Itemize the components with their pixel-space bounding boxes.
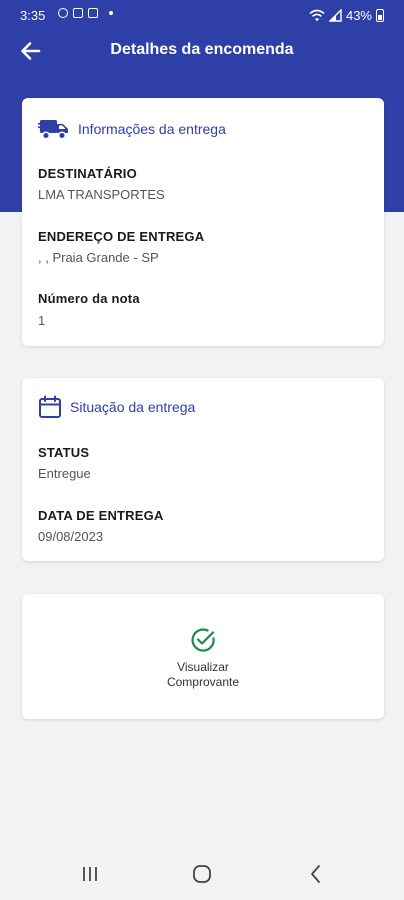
notification-dot-icon — [109, 11, 113, 15]
delivery-info-header: Informações da entrega — [38, 116, 226, 142]
battery-percent: 43% — [345, 8, 372, 23]
view-proof-line1: Visualizar — [177, 660, 229, 674]
recipient-value: LMA TRANSPORTES — [38, 187, 165, 202]
delivery-status-card: Situação da entrega STATUS Entregue DATA… — [22, 378, 384, 561]
proof-card[interactable]: Visualizar Comprovante — [22, 594, 384, 719]
status-time: 3:35 — [20, 8, 46, 23]
home-icon[interactable] — [190, 862, 214, 886]
calendar-icon — [39, 395, 61, 418]
wifi-icon — [309, 9, 325, 22]
status-value: Entregue — [38, 466, 91, 481]
delivery-info-title: Informações da entrega — [78, 121, 226, 137]
app-icon — [88, 8, 98, 18]
battery-icon — [376, 9, 384, 22]
back-icon[interactable] — [304, 862, 328, 886]
check-circle-icon — [191, 628, 215, 652]
invoice-label: Número da nota — [38, 291, 140, 306]
delivery-date-label: DATA DE ENTREGA — [38, 508, 164, 523]
truck-icon — [38, 120, 68, 140]
image-icon — [73, 8, 83, 18]
delivery-status-title: Situação da entrega — [70, 399, 196, 415]
delivery-info-card: Informações da entrega DESTINATÁRIO LMA … — [22, 98, 384, 346]
delivery-status-header: Situação da entrega — [38, 395, 195, 419]
invoice-value: 1 — [38, 313, 46, 328]
delivery-date-value: 09/08/2023 — [38, 529, 104, 544]
signal-icon — [328, 9, 342, 22]
view-proof-button[interactable]: Visualizar Comprovante — [22, 626, 384, 690]
address-label: ENDEREÇO DE ENTREGA — [38, 229, 205, 244]
status-bar: 3:35 43% — [0, 0, 404, 30]
address-value: , , Praia Grande - SP — [38, 250, 159, 265]
page-title: Detalhes da encomenda — [110, 41, 294, 58]
whatsapp-icon — [58, 8, 68, 18]
system-nav-bar — [0, 848, 404, 900]
recipient-label: DESTINATÁRIO — [38, 166, 137, 181]
app-bar: Detalhes da encomenda — [0, 30, 404, 72]
view-proof-line2: Comprovante — [166, 675, 240, 689]
status-label: STATUS — [38, 445, 90, 460]
recent-apps-icon[interactable] — [78, 862, 102, 886]
